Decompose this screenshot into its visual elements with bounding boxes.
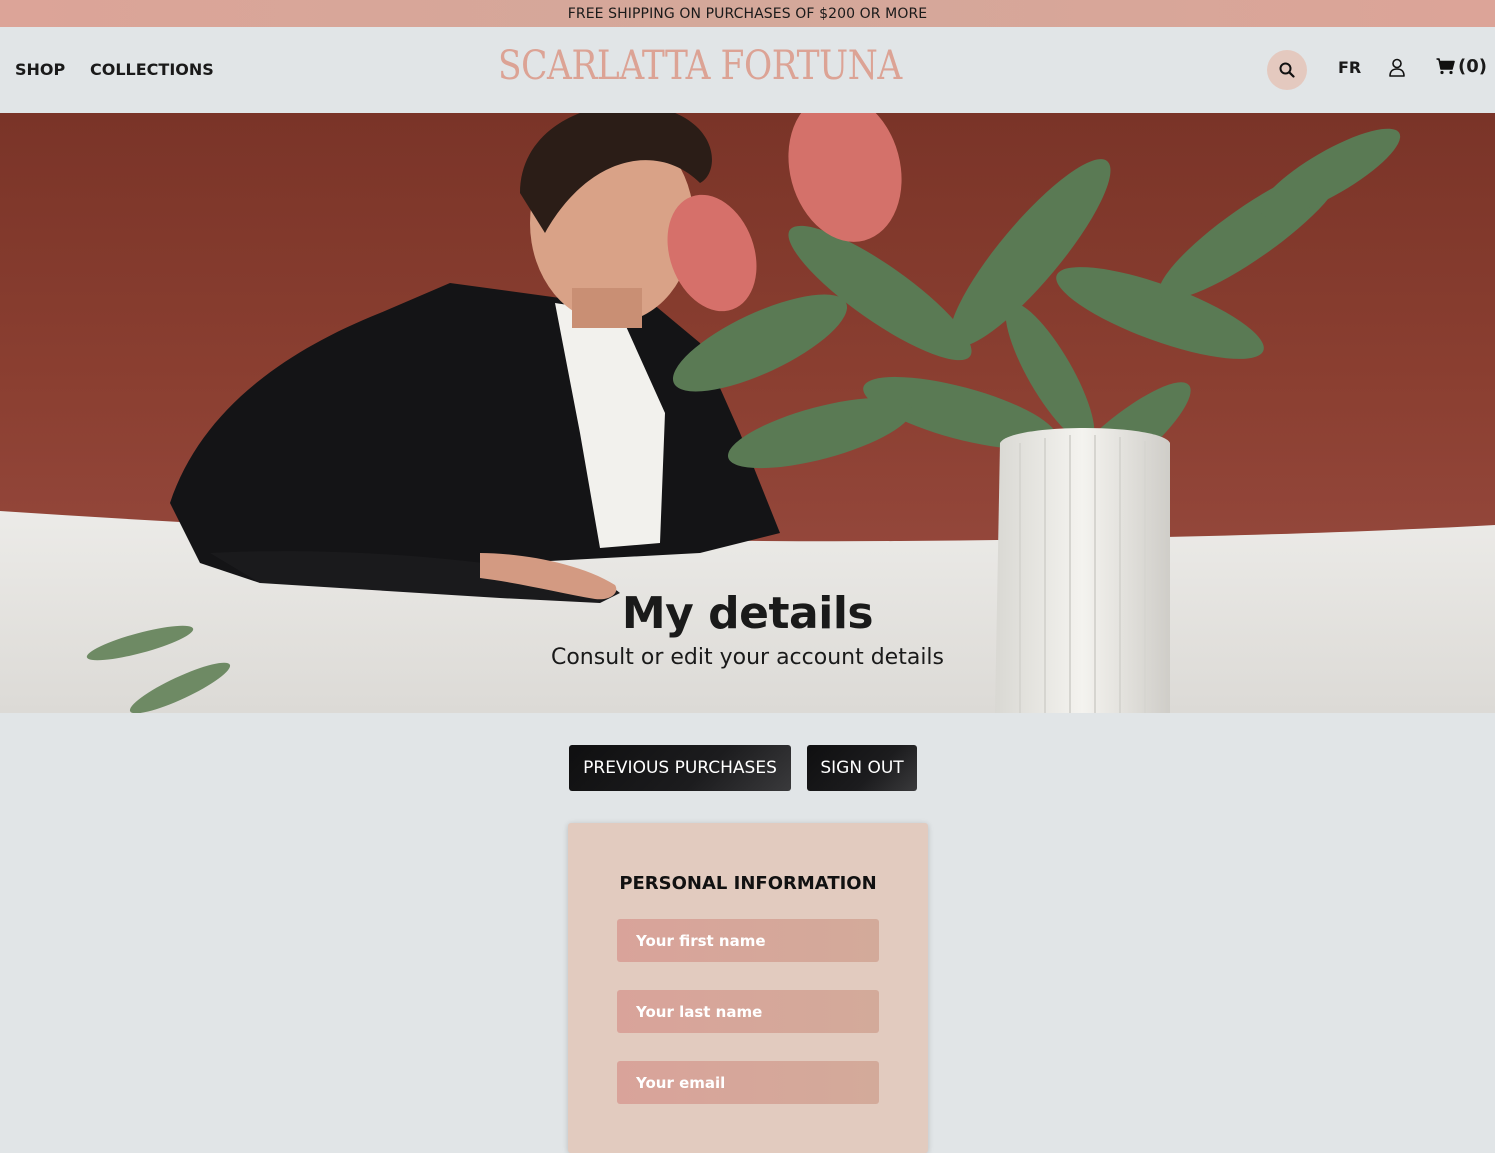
- email-field[interactable]: [617, 1061, 879, 1104]
- cart-icon: [1436, 58, 1455, 75]
- previous-purchases-button[interactable]: PREVIOUS PURCHASES: [569, 745, 791, 791]
- search-button[interactable]: [1267, 50, 1307, 90]
- announcement-bar: FREE SHIPPING ON PURCHASES OF $200 OR MO…: [0, 0, 1495, 27]
- first-name-field[interactable]: [617, 919, 879, 962]
- user-icon: [1389, 58, 1405, 77]
- nav-collections[interactable]: COLLECTIONS: [90, 60, 214, 79]
- site-header: SHOP COLLECTIONS SCARLATTA FORTUNA FR (0…: [0, 27, 1495, 113]
- search-icon: [1279, 62, 1295, 78]
- cart-button[interactable]: (0): [1436, 56, 1487, 77]
- sign-out-button[interactable]: SIGN OUT: [807, 745, 917, 791]
- account-button[interactable]: [1387, 57, 1407, 79]
- page-subtitle: Consult or edit your account details: [550, 645, 945, 670]
- personal-information-card: PERSONAL INFORMATION: [568, 823, 928, 1153]
- personal-information-title: PERSONAL INFORMATION: [619, 873, 877, 894]
- announcement-text: FREE SHIPPING ON PURCHASES OF $200 OR MO…: [567, 5, 928, 22]
- cart-count: (0): [1458, 56, 1487, 77]
- last-name-field[interactable]: [617, 990, 879, 1033]
- language-toggle[interactable]: FR: [1338, 58, 1361, 77]
- hero-banner: My details Consult or edit your account …: [0, 113, 1495, 713]
- brand-logo[interactable]: SCARLATTA FORTUNA: [498, 43, 902, 89]
- page-title: My details: [621, 588, 874, 639]
- nav-shop[interactable]: SHOP: [15, 60, 65, 79]
